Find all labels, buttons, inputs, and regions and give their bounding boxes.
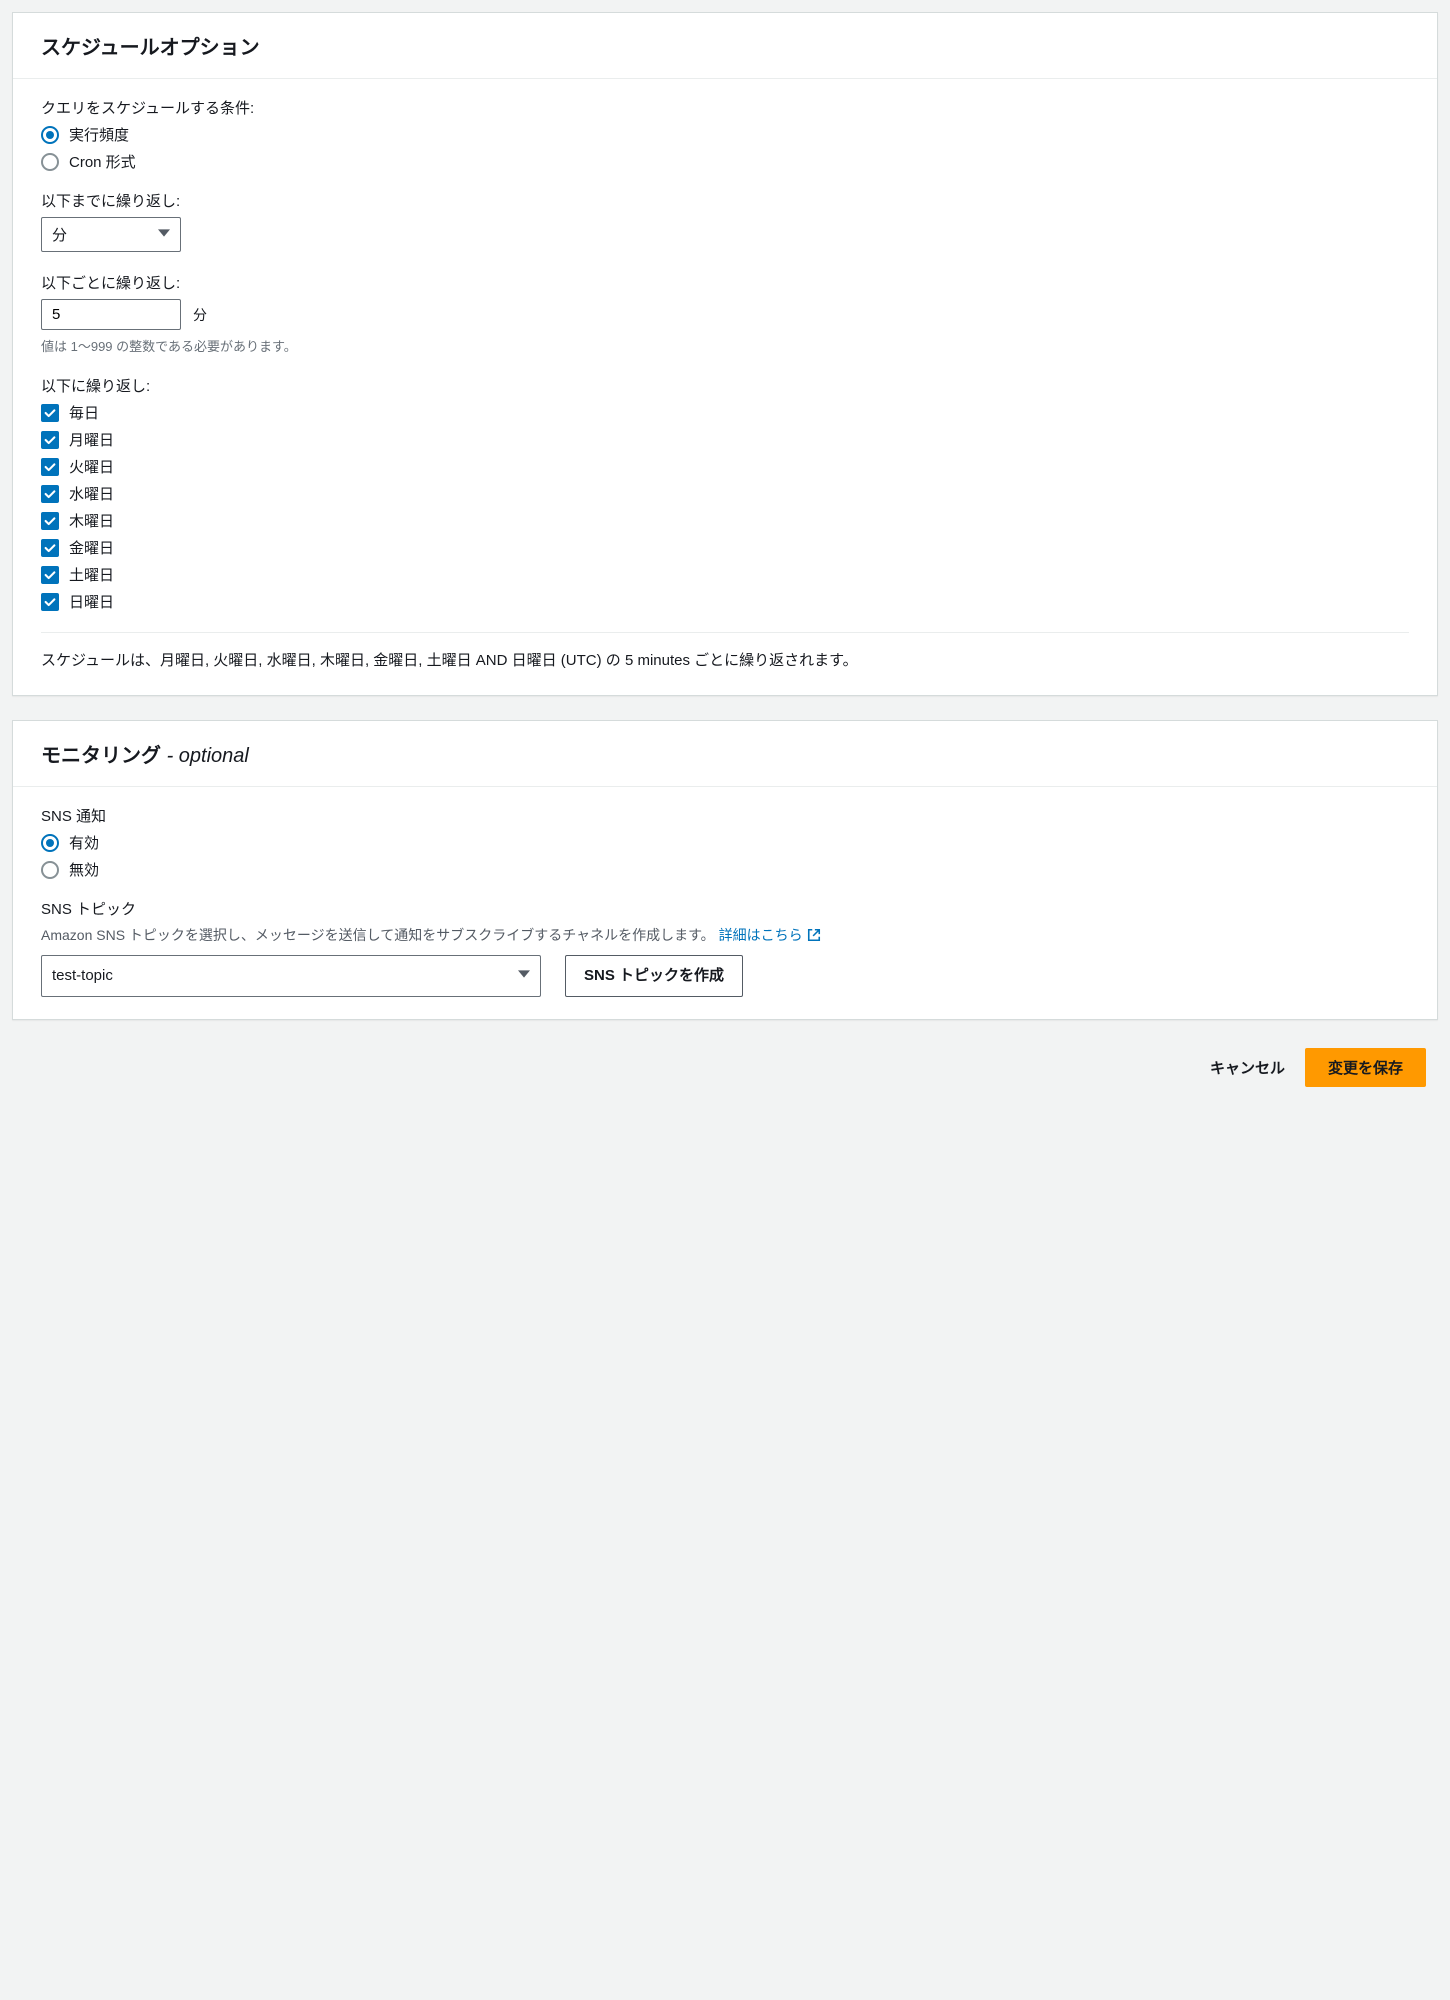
sns-topic-select[interactable]: test-topic (41, 955, 541, 997)
sns-topic-label: SNS トピック (41, 898, 1409, 919)
radio-icon (41, 834, 59, 852)
radio-label: 無効 (69, 859, 99, 880)
day-checkbox-everyday[interactable]: 毎日 (41, 402, 1409, 423)
day-label: 土曜日 (69, 564, 114, 585)
button-label: 変更を保存 (1328, 1060, 1403, 1077)
external-link-icon (807, 928, 821, 945)
repeat-every-input[interactable] (41, 299, 181, 330)
checkbox-checked-icon (41, 431, 59, 449)
sns-topic-description: Amazon SNS トピックを選択し、メッセージを送信して通知をサブスクライブ… (41, 925, 1409, 945)
radio-option-cron[interactable]: Cron 形式 (41, 151, 1409, 172)
select-value: test-topic (52, 967, 113, 984)
sns-notify-radio-group: 有効 無効 (41, 832, 1409, 880)
schedule-condition-radio-group: 実行頻度 Cron 形式 (41, 124, 1409, 172)
day-label: 月曜日 (69, 429, 114, 450)
checkbox-checked-icon (41, 485, 59, 503)
repeat-every-label: 以下ごとに繰り返し: (41, 272, 1409, 293)
day-label: 金曜日 (69, 537, 114, 558)
repeat-until-select[interactable]: 分 (41, 217, 181, 252)
repeat-every-row: 分 (41, 299, 1409, 330)
day-label: 毎日 (69, 402, 99, 423)
monitoring-title-main: モニタリング (41, 745, 167, 767)
day-label: 日曜日 (69, 591, 114, 612)
monitoring-title: モニタリング - optional (41, 739, 1409, 768)
create-sns-topic-button[interactable]: SNS トピックを作成 (565, 955, 743, 997)
caret-down-icon (158, 226, 170, 243)
checkbox-checked-icon (41, 539, 59, 557)
radio-label: 実行頻度 (69, 124, 129, 145)
cancel-button[interactable]: キャンセル (1210, 1057, 1285, 1078)
day-checkbox-sunday[interactable]: 日曜日 (41, 591, 1409, 612)
divider (41, 632, 1409, 633)
schedule-summary: スケジュールは、月曜日, 火曜日, 水曜日, 木曜日, 金曜日, 土曜日 AND… (41, 649, 1409, 673)
day-checkbox-thursday[interactable]: 木曜日 (41, 510, 1409, 531)
repeat-until-section: 以下までに繰り返し: 分 (41, 190, 1409, 252)
panel-body: クエリをスケジュールする条件: 実行頻度 Cron 形式 以下までに繰り返し: … (13, 79, 1437, 695)
select-value: 分 (52, 224, 67, 245)
panel-body: SNS 通知 有効 無効 SNS トピック Amazon SNS トピックを選択… (13, 787, 1437, 1019)
panel-header: モニタリング - optional (13, 721, 1437, 787)
repeat-on-days: 毎日 月曜日 火曜日 水曜日 木曜日 (41, 402, 1409, 612)
repeat-every-hint: 値は 1～999 の整数である必要があります。 (41, 336, 1409, 355)
day-checkbox-monday[interactable]: 月曜日 (41, 429, 1409, 450)
footer-actions: キャンセル 変更を保存 (12, 1044, 1438, 1095)
radio-icon (41, 126, 59, 144)
checkbox-checked-icon (41, 593, 59, 611)
radio-icon (41, 153, 59, 171)
sns-notify-label: SNS 通知 (41, 805, 1409, 826)
checkbox-checked-icon (41, 512, 59, 530)
monitoring-panel: モニタリング - optional SNS 通知 有効 無効 SNS トピック … (12, 720, 1438, 1020)
button-label: キャンセル (1210, 1060, 1285, 1077)
day-checkbox-saturday[interactable]: 土曜日 (41, 564, 1409, 585)
radio-option-disabled[interactable]: 無効 (41, 859, 1409, 880)
day-checkbox-tuesday[interactable]: 火曜日 (41, 456, 1409, 477)
button-label: SNS トピックを作成 (584, 967, 724, 984)
checkbox-checked-icon (41, 566, 59, 584)
checkbox-checked-icon (41, 404, 59, 422)
caret-down-icon (518, 967, 530, 984)
monitoring-title-optional: - optional (167, 745, 249, 767)
sns-topic-desc-text: Amazon SNS トピックを選択し、メッセージを送信して通知をサブスクライブ… (41, 927, 715, 943)
day-label: 木曜日 (69, 510, 114, 531)
schedule-options-panel: スケジュールオプション クエリをスケジュールする条件: 実行頻度 Cron 形式… (12, 12, 1438, 696)
repeat-every-section: 以下ごとに繰り返し: 分 値は 1～999 の整数である必要があります。 (41, 272, 1409, 355)
radio-icon (41, 861, 59, 879)
repeat-on-section: 以下に繰り返し: 毎日 月曜日 火曜日 水曜日 (41, 375, 1409, 612)
learn-more-text: 詳細はこちら (719, 927, 803, 943)
schedule-condition-label: クエリをスケジュールする条件: (41, 97, 1409, 118)
learn-more-link[interactable]: 詳細はこちら (719, 927, 821, 943)
radio-label: 有効 (69, 832, 99, 853)
panel-header: スケジュールオプション (13, 13, 1437, 79)
checkbox-checked-icon (41, 458, 59, 476)
sns-topic-row: test-topic SNS トピックを作成 (41, 955, 1409, 997)
repeat-every-unit: 分 (193, 305, 207, 325)
repeat-until-label: 以下までに繰り返し: (41, 190, 1409, 211)
day-label: 水曜日 (69, 483, 114, 504)
radio-label: Cron 形式 (69, 151, 136, 172)
schedule-options-title: スケジュールオプション (41, 31, 1409, 60)
day-checkbox-friday[interactable]: 金曜日 (41, 537, 1409, 558)
repeat-on-label: 以下に繰り返し: (41, 375, 1409, 396)
day-checkbox-wednesday[interactable]: 水曜日 (41, 483, 1409, 504)
save-changes-button[interactable]: 変更を保存 (1305, 1048, 1426, 1087)
radio-option-frequency[interactable]: 実行頻度 (41, 124, 1409, 145)
day-label: 火曜日 (69, 456, 114, 477)
radio-option-enabled[interactable]: 有効 (41, 832, 1409, 853)
